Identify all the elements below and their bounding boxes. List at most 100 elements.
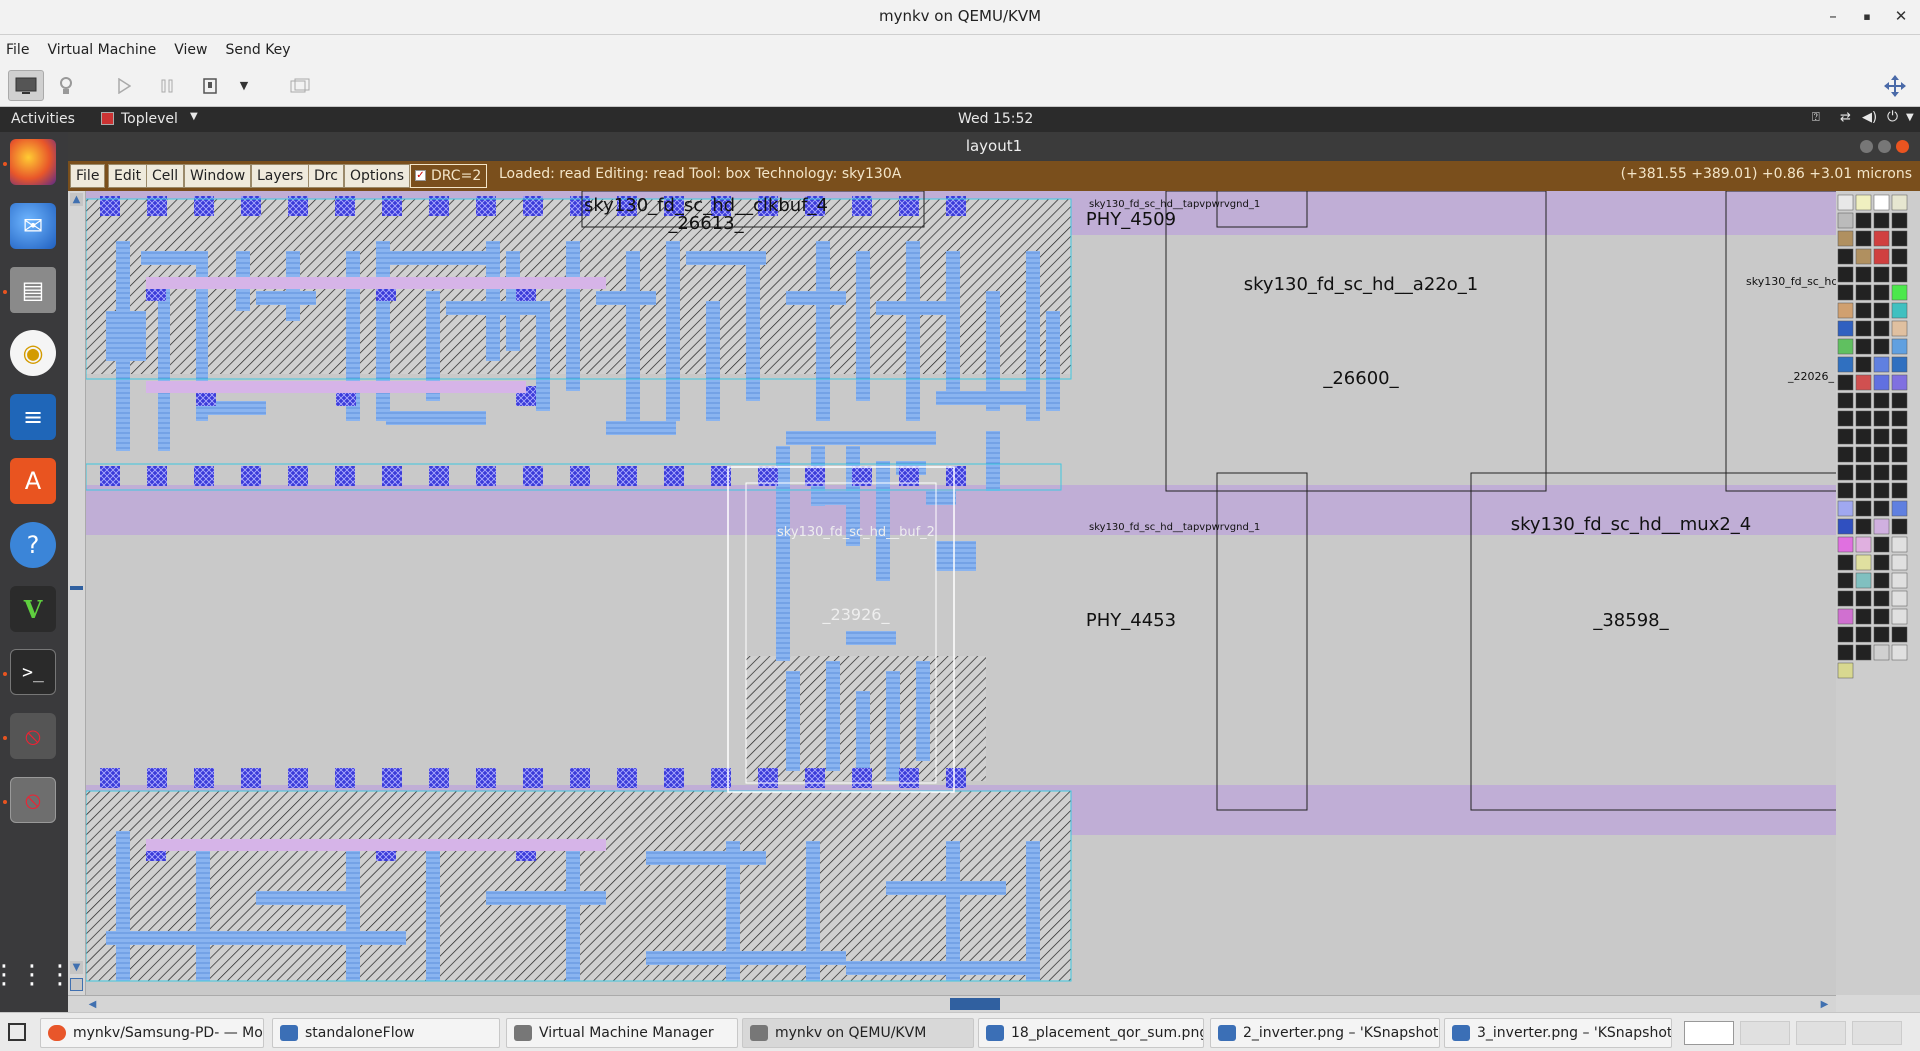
layer-swatch[interactable] xyxy=(1891,284,1908,301)
layer-swatch[interactable] xyxy=(1837,338,1854,355)
drc-indicator[interactable]: ✓ DRC=2 xyxy=(410,164,488,188)
layout-minimize-button[interactable] xyxy=(1860,140,1873,153)
layer-lock-icon[interactable] xyxy=(1837,266,1854,283)
layer-swatch[interactable] xyxy=(1837,230,1854,247)
thunderbird-icon[interactable]: ✉ xyxy=(10,203,56,249)
layer-lock-icon[interactable] xyxy=(1873,212,1890,229)
layer-swatch[interactable] xyxy=(1855,194,1872,211)
power-menu-icon[interactable]: ⏻ xyxy=(1887,109,1898,125)
close-button[interactable]: ✕ xyxy=(1884,0,1918,34)
layer-swatch[interactable] xyxy=(1873,356,1890,373)
layer-lock-icon[interactable] xyxy=(1891,248,1908,265)
magic-menu-window[interactable]: Window xyxy=(184,164,252,188)
layer-lock-icon[interactable] xyxy=(1837,482,1854,499)
run-button[interactable] xyxy=(110,70,138,101)
layer-lock-icon[interactable] xyxy=(1873,392,1890,409)
layer-lock-icon[interactable] xyxy=(1837,392,1854,409)
layer-lock-icon[interactable] xyxy=(1891,446,1908,463)
scroll-up-icon[interactable]: ▲ xyxy=(70,193,83,206)
blocked-app-icon[interactable]: ⦸ xyxy=(10,777,56,823)
horizontal-scrollbar[interactable]: ◀ ▶ xyxy=(68,995,1836,1012)
zoom-box-icon[interactable] xyxy=(70,978,83,991)
layer-swatch[interactable] xyxy=(1855,374,1872,391)
layer-lock-icon[interactable] xyxy=(1891,230,1908,247)
layer-swatch[interactable] xyxy=(1837,194,1854,211)
blocked-app-icon[interactable]: ⦸ xyxy=(10,713,56,759)
layer-lock-icon[interactable] xyxy=(1891,428,1908,445)
clock[interactable]: Wed 15:52 xyxy=(958,111,1033,127)
layer-lock-icon[interactable] xyxy=(1891,482,1908,499)
task-qemu[interactable]: mynkv on QEMU/KVM xyxy=(742,1018,974,1048)
scroll-right-icon[interactable]: ▶ xyxy=(1818,998,1831,1011)
magic-menu-file[interactable]: File xyxy=(70,164,106,188)
layer-lock-icon[interactable] xyxy=(1837,590,1854,607)
system-menu-chevron-down-icon[interactable]: ▼ xyxy=(1906,112,1914,123)
details-button[interactable] xyxy=(52,70,80,101)
activities-button[interactable]: Activities xyxy=(11,111,75,127)
shutdown-button[interactable] xyxy=(196,70,224,101)
layer-lock-icon[interactable] xyxy=(1855,212,1872,229)
layer-swatch[interactable] xyxy=(1837,536,1854,553)
layer-swatch[interactable] xyxy=(1891,554,1908,571)
volume-icon[interactable]: ◀) xyxy=(1862,110,1877,125)
layer-swatch[interactable] xyxy=(1837,518,1854,535)
layout-canvas[interactable]: sky130_fd_sc_hd__clkbuf_4 _26613_ sky130… xyxy=(86,191,1846,995)
layer-lock-icon[interactable] xyxy=(1855,500,1872,517)
layer-swatch[interactable] xyxy=(1837,608,1854,625)
workspace-switcher-2[interactable] xyxy=(1740,1021,1790,1045)
console-view-button[interactable] xyxy=(8,70,44,101)
layer-lock-icon[interactable] xyxy=(1837,248,1854,265)
rhythmbox-icon[interactable]: ◉ xyxy=(10,330,56,376)
layer-lock-icon[interactable] xyxy=(1855,230,1872,247)
layer-swatch[interactable] xyxy=(1873,194,1890,211)
layer-swatch[interactable] xyxy=(1891,194,1908,211)
layer-lock-icon[interactable] xyxy=(1891,626,1908,643)
layer-swatch[interactable] xyxy=(1891,644,1908,661)
layer-lock-icon[interactable] xyxy=(1891,464,1908,481)
scroll-down-icon[interactable]: ▼ xyxy=(70,961,83,974)
menu-view[interactable]: View xyxy=(174,42,207,58)
layer-lock-icon[interactable] xyxy=(1855,590,1872,607)
layer-lock-icon[interactable] xyxy=(1837,410,1854,427)
workspace-switcher-1[interactable] xyxy=(1684,1021,1734,1045)
layer-lock-icon[interactable] xyxy=(1855,626,1872,643)
fullscreen-button[interactable] xyxy=(1880,70,1910,101)
layer-lock-icon[interactable] xyxy=(1837,626,1854,643)
layer-lock-icon[interactable] xyxy=(1855,284,1872,301)
layer-swatch[interactable] xyxy=(1891,374,1908,391)
magic-menu-options[interactable]: Options xyxy=(344,164,411,188)
magic-menu-edit[interactable]: Edit xyxy=(108,164,148,188)
layer-lock-icon[interactable] xyxy=(1873,464,1890,481)
layer-lock-icon[interactable] xyxy=(1873,536,1890,553)
task-standaloneflow[interactable]: standaloneFlow xyxy=(272,1018,500,1048)
task-firefox[interactable]: mynkv/Samsung-PD- — Mozill... xyxy=(40,1018,264,1048)
layer-lock-icon[interactable] xyxy=(1855,464,1872,481)
layer-swatch[interactable] xyxy=(1837,662,1854,679)
layer-swatch[interactable] xyxy=(1855,536,1872,553)
task-inverter2[interactable]: 2_inverter.png – 'KSnapshot' xyxy=(1210,1018,1440,1048)
show-desktop-icon[interactable] xyxy=(8,1023,26,1041)
layer-lock-icon[interactable] xyxy=(1855,266,1872,283)
help-icon[interactable]: ? xyxy=(10,522,56,568)
menu-file[interactable]: File xyxy=(6,42,29,58)
maximize-button[interactable]: ▪ xyxy=(1850,0,1884,34)
minimize-button[interactable]: – xyxy=(1816,0,1850,34)
layer-lock-icon[interactable] xyxy=(1855,482,1872,499)
layer-lock-icon[interactable] xyxy=(1891,392,1908,409)
layer-lock-icon[interactable] xyxy=(1855,608,1872,625)
task-inverter3[interactable]: 3_inverter.png – 'KSnapshot' xyxy=(1444,1018,1672,1048)
pause-button[interactable] xyxy=(153,70,181,101)
vertical-scroll-thumb[interactable] xyxy=(70,586,83,590)
workspace-switcher-4[interactable] xyxy=(1852,1021,1902,1045)
layer-swatch[interactable] xyxy=(1837,356,1854,373)
layer-lock-icon[interactable] xyxy=(1891,518,1908,535)
layer-lock-icon[interactable] xyxy=(1891,266,1908,283)
shutdown-menu-chevron-down-icon[interactable]: ▼ xyxy=(236,70,252,101)
layer-swatch[interactable] xyxy=(1891,608,1908,625)
layer-lock-icon[interactable] xyxy=(1855,356,1872,373)
layer-palette[interactable] xyxy=(1836,191,1920,995)
layer-swatch[interactable] xyxy=(1855,572,1872,589)
layer-swatch[interactable] xyxy=(1891,500,1908,517)
magic-menu-layers[interactable]: Layers xyxy=(251,164,310,188)
layer-swatch[interactable] xyxy=(1891,536,1908,553)
